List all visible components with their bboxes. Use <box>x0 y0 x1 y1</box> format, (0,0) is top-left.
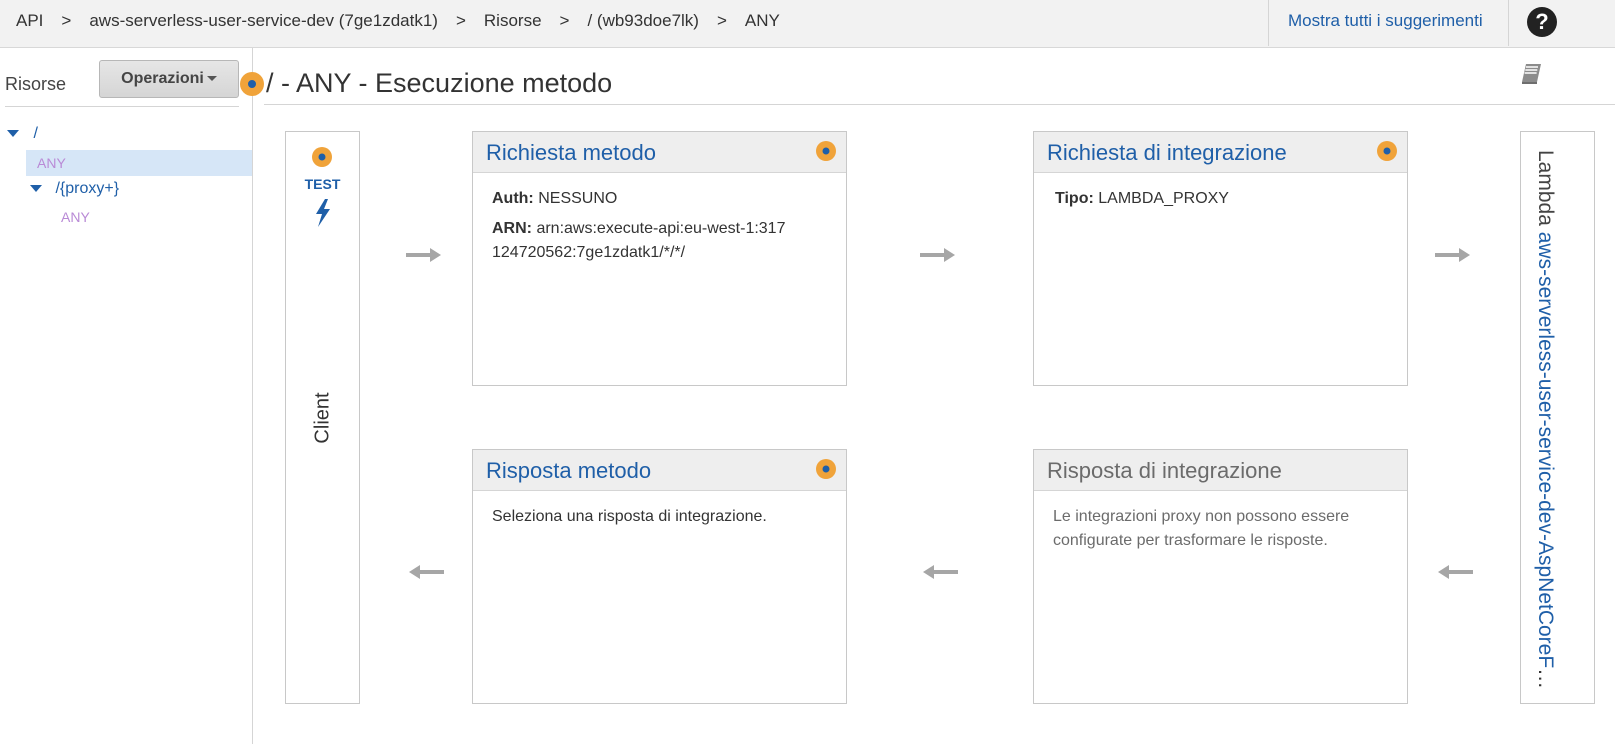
arrow-right-icon <box>1435 248 1470 262</box>
card-body: Tipo: LAMBDA_PROXY <box>1034 173 1407 231</box>
auth-key: Auth: <box>492 190 534 207</box>
card-header: Risposta metodo <box>473 450 846 491</box>
client-panel: TEST Client <box>285 131 360 704</box>
card-header: Richiesta metodo <box>473 132 846 173</box>
orange-badge-icon <box>816 459 836 479</box>
type-key: Tipo: <box>1055 190 1094 207</box>
arn-key: ARN: <box>492 220 532 237</box>
method-request-link[interactable]: Richiesta metodo <box>486 140 656 166</box>
topbar-divider <box>1508 0 1509 46</box>
integration-response-title: Risposta di integrazione <box>1047 458 1282 483</box>
method-response-card: Risposta metodo Seleziona una risposta d… <box>472 449 847 704</box>
integration-response-card: Risposta di integrazione Le integrazioni… <box>1033 449 1408 704</box>
method-label[interactable]: ANY <box>37 155 66 171</box>
topbar-divider <box>1268 0 1269 46</box>
breadcrumb-separator: > <box>559 11 570 30</box>
orange-badge-icon <box>312 147 332 167</box>
tree-item-proxy-label[interactable]: /{proxy+} <box>55 180 119 197</box>
resources-sidebar: Risorse Operazioni / ANY /{proxy+} ANY <box>0 48 253 744</box>
breadcrumb-separator: > <box>455 11 466 30</box>
card-header: Risposta di integrazione <box>1034 450 1407 491</box>
method-label[interactable]: ANY <box>61 209 90 225</box>
tree-item-proxy-any[interactable]: ANY <box>61 204 90 230</box>
breadcrumb-item-method: ANY <box>744 11 780 30</box>
caret-down-icon <box>206 76 217 82</box>
orange-badge-icon <box>1377 141 1397 161</box>
tree-item-proxy[interactable]: /{proxy+} <box>30 176 119 202</box>
show-all-suggestions-link[interactable]: Mostra tutti i suggerimenti <box>1288 0 1483 42</box>
caret-down-icon[interactable] <box>7 130 19 138</box>
sidebar-divider <box>5 106 239 107</box>
arrow-left-icon <box>1438 565 1473 579</box>
breadcrumb-item-api-name[interactable]: aws-serverless-user-service-dev (7ge1zda… <box>89 0 438 42</box>
arrow-right-icon <box>920 248 955 262</box>
method-request-card: Richiesta metodo Auth: NESSUNO ARN: arn:… <box>472 131 847 386</box>
method-response-link[interactable]: Risposta metodo <box>486 458 651 484</box>
integration-response-text: Le integrazioni proxy non possono essere… <box>1053 508 1350 549</box>
breadcrumb-item-resource[interactable]: / (wb93doe7lk) <box>587 0 699 42</box>
orange-badge-icon <box>240 72 264 96</box>
title-divider <box>264 104 1615 105</box>
auth-value: NESSUNO <box>538 190 618 207</box>
arrow-left-icon <box>409 565 444 579</box>
operations-button[interactable]: Operazioni <box>99 60 239 98</box>
book-icon[interactable] <box>1517 60 1543 86</box>
lambda-label: Lambda <box>1534 150 1557 226</box>
client-label: Client <box>311 392 334 444</box>
caret-down-icon[interactable] <box>30 185 42 193</box>
arrow-left-icon <box>923 565 958 579</box>
method-response-text: Seleziona una risposta di integrazione. <box>492 508 767 525</box>
card-body: Seleziona una risposta di integrazione. <box>473 491 846 543</box>
integration-request-link[interactable]: Richiesta di integrazione <box>1047 140 1287 166</box>
arn-field: ARN: arn:aws:execute-api:eu-west-1:31712… <box>492 217 792 265</box>
lightning-bolt-icon[interactable] <box>313 198 333 228</box>
operations-button-label: Operazioni <box>121 70 204 87</box>
lambda-function-link[interactable]: aws-serverless-user-service-dev-AspNetCo… <box>1534 232 1557 690</box>
auth-field: Auth: NESSUNO <box>492 187 827 211</box>
sidebar-title: Risorse <box>5 74 67 94</box>
help-icon[interactable]: ? <box>1527 7 1557 37</box>
card-body: Auth: NESSUNO ARN: arn:aws:execute-api:e… <box>473 173 846 285</box>
lambda-panel: Lambda aws-serverless-user-service-dev-A… <box>1520 131 1595 704</box>
breadcrumb: API > aws-serverless-user-service-dev (7ge… <box>16 0 780 42</box>
arrow-right-icon <box>406 248 441 262</box>
tree-item-root[interactable]: / <box>7 121 38 147</box>
orange-badge-icon <box>816 141 836 161</box>
top-bar: API > aws-serverless-user-service-dev (7ge… <box>0 0 1615 48</box>
integration-request-card: Richiesta di integrazione Tipo: LAMBDA_P… <box>1033 131 1408 386</box>
tree-item-root-label[interactable]: / <box>33 125 37 142</box>
breadcrumb-item-api[interactable]: API <box>16 0 43 42</box>
type-field: Tipo: LAMBDA_PROXY <box>1055 187 1388 211</box>
card-header: Richiesta di integrazione <box>1034 132 1407 173</box>
breadcrumb-item-resources[interactable]: Risorse <box>484 0 542 42</box>
type-value: LAMBDA_PROXY <box>1098 190 1229 207</box>
breadcrumb-separator: > <box>716 11 727 30</box>
test-button[interactable]: TEST <box>286 176 359 192</box>
card-body: Le integrazioni proxy non possono essere… <box>1034 491 1374 567</box>
lambda-label-group: Lambda aws-serverless-user-service-dev-A… <box>1533 150 1557 690</box>
tree-item-root-any[interactable]: ANY <box>37 150 66 176</box>
breadcrumb-separator: > <box>61 11 72 30</box>
arn-value: arn:aws:execute-api:eu-west-1:3171247205… <box>492 220 786 261</box>
page-title: / - ANY - Esecuzione metodo <box>266 68 613 98</box>
